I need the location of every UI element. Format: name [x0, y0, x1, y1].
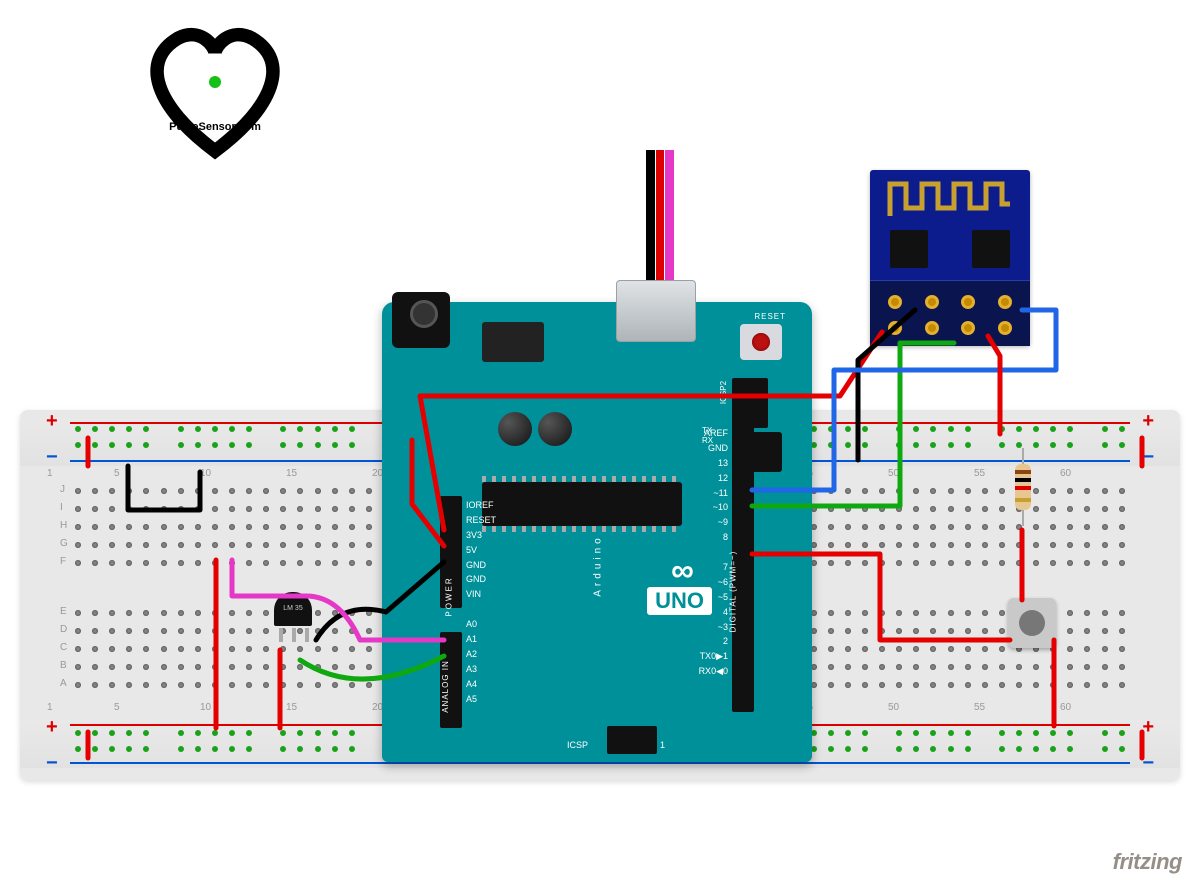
- rail-minus-bot: −: [46, 752, 58, 775]
- barrel-jack-icon: [392, 292, 450, 348]
- pulse-sensor-label: PulseSensor.com: [169, 121, 261, 133]
- usb-port-icon: [616, 280, 696, 342]
- capacitor-icon: [538, 412, 572, 446]
- rail-plus-top-r: +: [1142, 410, 1154, 433]
- rail-plus-bot: +: [46, 716, 58, 739]
- rail-minus-top: −: [46, 446, 58, 469]
- capacitor-icon: [498, 412, 532, 446]
- icsp2-label: ICSP2: [719, 381, 728, 404]
- icsp2-header: [732, 378, 768, 428]
- arduino-logo: Arduino ∞ UNO: [647, 552, 712, 615]
- fritzing-canvas: + − + − + − + − 115510101515202025253030…: [0, 0, 1200, 887]
- lm35-sensor: LM 35: [274, 592, 314, 642]
- digital-section-label: DIGITAL (PWM=~): [729, 551, 738, 633]
- push-button[interactable]: [1008, 598, 1056, 648]
- flash-chip-icon: [972, 230, 1010, 268]
- esp-chip-icon: [890, 230, 928, 268]
- rail-plus-bot-r: +: [1142, 716, 1154, 739]
- esp8266-module: [870, 170, 1030, 345]
- voltage-regulator-icon: [482, 322, 544, 362]
- rail-plus-top: +: [46, 410, 58, 433]
- rail-minus-bot-r: −: [1142, 752, 1154, 775]
- reset-button[interactable]: [740, 324, 782, 360]
- left-pin-labels: IOREFRESET3V35VGNDGNDVINA0A1A2A3A4A5: [466, 498, 496, 706]
- wifi-antenna-icon: [886, 180, 1014, 220]
- pulse-sensor-led-icon: [209, 76, 221, 88]
- pulse-sensor: PulseSensor.com: [140, 16, 290, 166]
- fritzing-watermark: fritzing: [1113, 849, 1182, 875]
- icsp-header: [607, 726, 657, 754]
- rail-minus-top-r: −: [1142, 446, 1154, 469]
- analog-section-label: ANALOG IN: [441, 660, 450, 713]
- reset-label: RESET: [754, 312, 786, 321]
- arduino-uno: RESET ICSP2 TXRX IOREFRESET3V35VGNDGNDVI…: [382, 302, 812, 762]
- atmega328-chip-icon: [482, 482, 682, 526]
- power-section-label: POWER: [445, 576, 454, 616]
- resistor: [1015, 448, 1031, 526]
- icsp-label: ICSP: [567, 740, 588, 750]
- lm35-label: LM 35: [274, 592, 312, 626]
- icsp-pin1: 1: [660, 740, 665, 750]
